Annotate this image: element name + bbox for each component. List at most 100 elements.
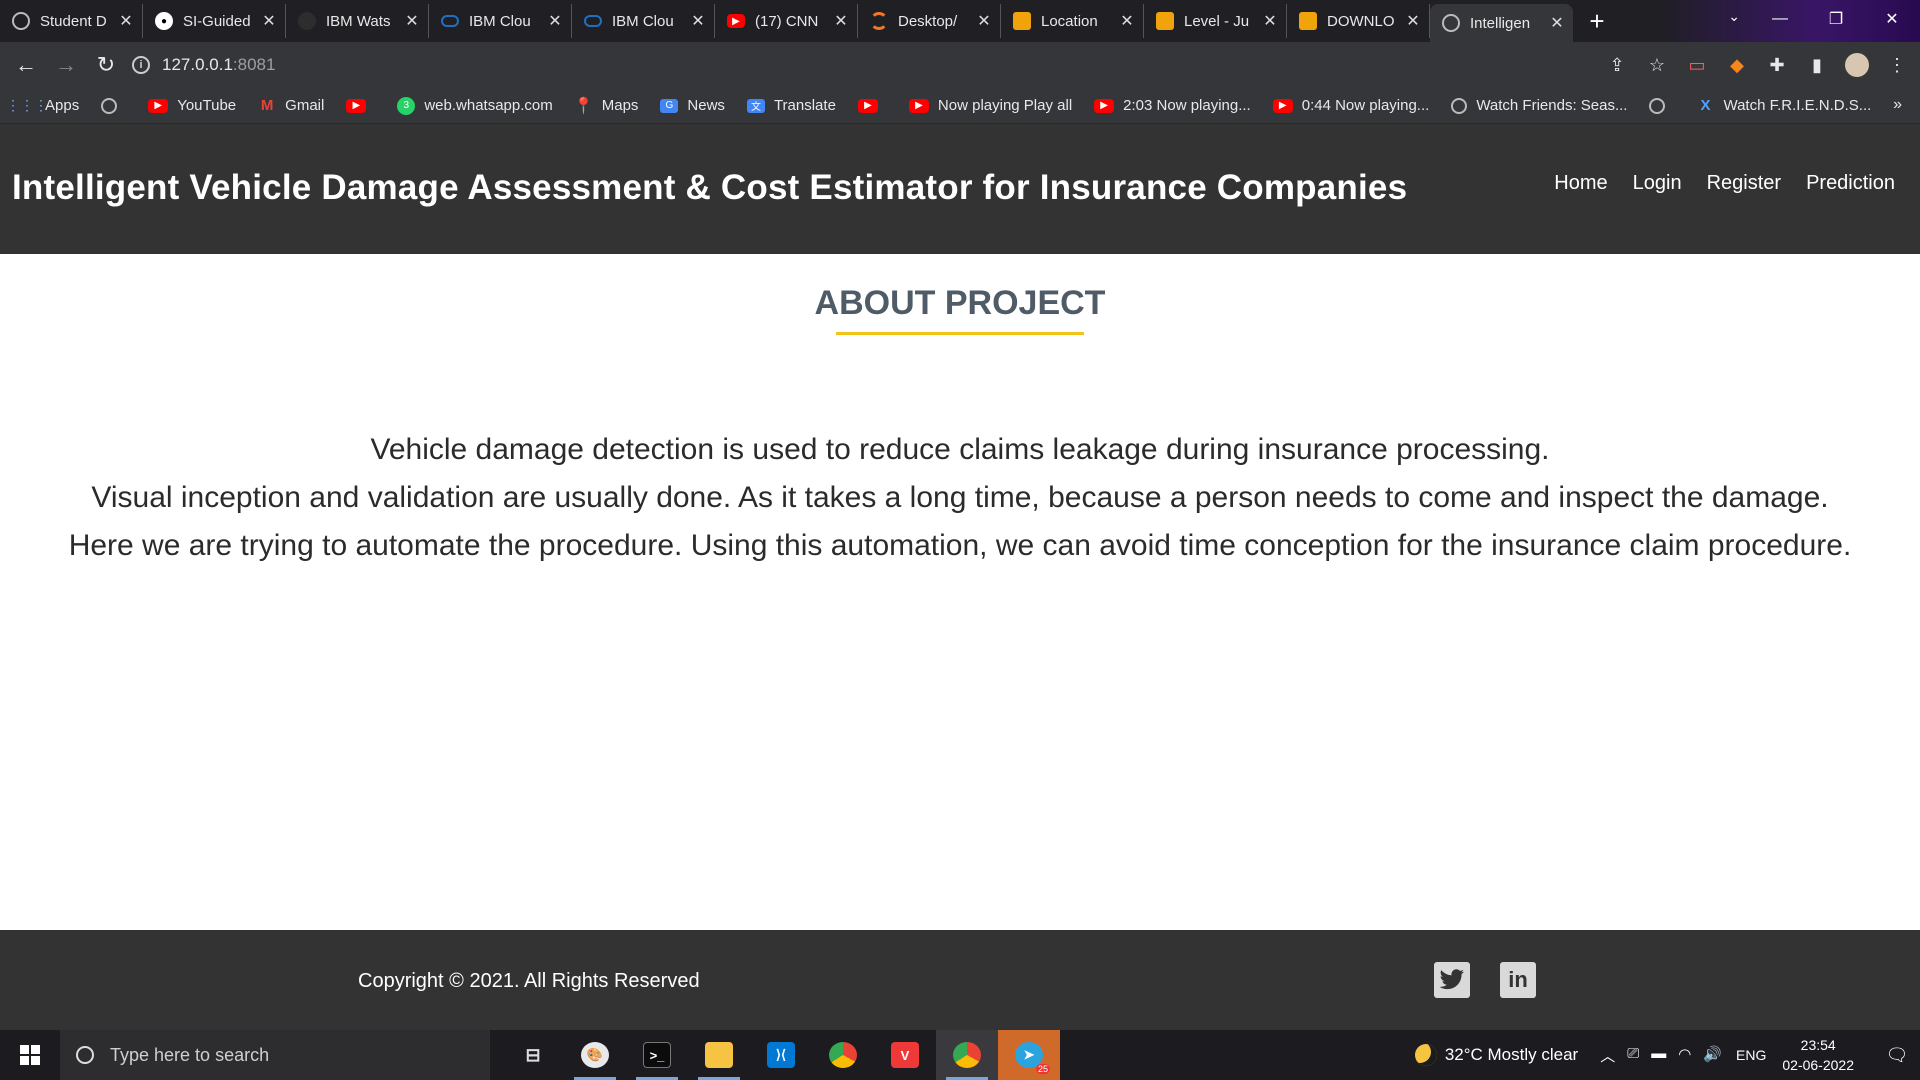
clock-time: 23:54 xyxy=(1800,1037,1836,1053)
social-links: in xyxy=(1434,962,1536,998)
metamask-extension-icon[interactable]: ◆ xyxy=(1724,52,1750,78)
weather-widget[interactable]: 32°C Mostly clear xyxy=(1414,1044,1578,1066)
bookmark-gmail[interactable]: M Gmail xyxy=(258,97,324,114)
bookmark-watch-friends-2[interactable]: X Watch F.R.I.E.N.D.S... xyxy=(1696,97,1871,114)
close-icon[interactable]: ✕ xyxy=(261,11,277,31)
bookmark-apps[interactable]: ⋮⋮⋮ Apps xyxy=(6,97,79,114)
taskbar-app-chrome-profile[interactable] xyxy=(936,1030,998,1080)
taskbar-app-terminal[interactable]: >_ xyxy=(626,1030,688,1080)
bookmark-now-playing[interactable]: ▶ Now playing Play all xyxy=(908,97,1072,114)
nav-login-link[interactable]: Login xyxy=(1633,172,1682,195)
site-info-icon[interactable]: i xyxy=(132,56,150,74)
bookmark-translate[interactable]: 文 Translate xyxy=(746,97,836,114)
windows-logo-icon xyxy=(20,1045,40,1065)
tab-search-chevron-icon[interactable]: ⌄ xyxy=(1728,8,1740,25)
browser-tab[interactable]: IBM Clou ✕ xyxy=(572,4,715,38)
menu-kebab-icon[interactable]: ⋮ xyxy=(1884,52,1910,78)
taskbar-search-box[interactable]: Type here to search xyxy=(60,1030,490,1080)
browser-tab[interactable]: Student D ✕ xyxy=(0,4,143,38)
taskbar-app-vivaldi[interactable]: V xyxy=(874,1030,936,1080)
language-indicator[interactable]: ENG xyxy=(1736,1047,1766,1063)
close-icon[interactable]: ✕ xyxy=(404,11,420,31)
about-paragraph: Here we are trying to automate the proce… xyxy=(68,529,1852,562)
bookmarks-bar: ⋮⋮⋮ Apps ▶ YouTube M Gmail ▶ 3 web.whatsapp.… xyxy=(0,88,1920,124)
close-icon[interactable]: ✕ xyxy=(690,11,706,31)
more-bookmarks-icon[interactable]: » xyxy=(1893,96,1902,114)
browser-tab[interactable]: ▶ (17) CNN ✕ xyxy=(715,4,858,38)
linkedin-icon[interactable]: in xyxy=(1500,962,1536,998)
close-icon[interactable]: ✕ xyxy=(1119,11,1135,31)
globe-icon xyxy=(1442,14,1460,32)
start-button[interactable] xyxy=(0,1030,60,1080)
youtube-icon: ▶ xyxy=(908,98,929,113)
browser-tab[interactable]: DOWNLO ✕ xyxy=(1287,4,1430,38)
youtube-icon: ▶ xyxy=(148,98,169,113)
back-arrow-icon[interactable]: ← xyxy=(6,45,46,85)
bookmark-maps[interactable]: 📍 Maps xyxy=(574,97,639,115)
ibm-watson-icon xyxy=(298,12,316,30)
youtube-icon: ▶ xyxy=(346,98,367,113)
close-icon[interactable]: ✕ xyxy=(976,11,992,31)
device-icon[interactable]: ⎚ xyxy=(1627,1045,1639,1066)
bookmark-globe-2[interactable] xyxy=(1649,97,1674,114)
bookmark-watch-friends[interactable]: Watch Friends: Seas... xyxy=(1451,97,1627,114)
close-icon[interactable]: ✕ xyxy=(1405,11,1421,31)
browser-tab[interactable]: Location ✕ xyxy=(1001,4,1144,38)
show-hidden-icons-chevron-icon[interactable]: ︿ xyxy=(1600,1045,1615,1066)
bookmark-star-icon[interactable]: ☆ xyxy=(1644,52,1670,78)
browser-tab[interactable]: ● SI-Guided ✕ xyxy=(143,4,286,38)
close-icon[interactable]: ✕ xyxy=(1549,13,1565,33)
close-window-button[interactable]: ✕ xyxy=(1864,0,1920,38)
bookmark-news[interactable]: G News xyxy=(660,97,725,114)
clock[interactable]: 23:54 02-06-2022 xyxy=(1782,1035,1854,1075)
close-icon[interactable]: ✕ xyxy=(118,11,134,31)
share-icon[interactable]: ⇪ xyxy=(1604,52,1630,78)
taskbar-app-paint[interactable]: 🎨 xyxy=(564,1030,626,1080)
battery-icon[interactable]: ▬ xyxy=(1651,1045,1666,1066)
address-bar[interactable]: i 127.0.0.1:8081 xyxy=(132,47,1552,83)
bookmark-youtube[interactable]: ▶ YouTube xyxy=(148,97,236,114)
nav-register-link[interactable]: Register xyxy=(1707,172,1781,195)
paint-icon: 🎨 xyxy=(581,1042,609,1068)
browser-tab[interactable]: Level - Ju ✕ xyxy=(1144,4,1287,38)
wifi-icon[interactable]: ◠ xyxy=(1678,1045,1691,1066)
notifications-icon[interactable]: 🗨 xyxy=(1874,1045,1920,1066)
section-title: ABOUT PROJECT xyxy=(814,284,1106,322)
bookmark-youtube-3[interactable]: ▶ xyxy=(857,98,887,113)
globe-icon xyxy=(1451,97,1468,114)
about-text: Vehicle damage detection is used to redu… xyxy=(0,426,1920,570)
task-view-button[interactable]: ⊟ xyxy=(502,1030,564,1080)
taskbar-app-vscode[interactable]: ⟩⟨ xyxy=(750,1030,812,1080)
reload-icon[interactable]: ↻ xyxy=(86,45,126,85)
taskbar-app-chrome[interactable] xyxy=(812,1030,874,1080)
bookmark-youtube-2[interactable]: ▶ xyxy=(346,98,375,113)
bookmark-globe[interactable] xyxy=(101,97,126,114)
browser-tab[interactable]: IBM Wats ✕ xyxy=(286,4,429,38)
chrome-profile-icon xyxy=(953,1042,981,1068)
close-icon[interactable]: ✕ xyxy=(1262,11,1278,31)
cast-icon[interactable]: ▭ xyxy=(1684,52,1710,78)
nav-prediction-link[interactable]: Prediction xyxy=(1806,172,1895,195)
bookmark-whatsapp[interactable]: 3 web.whatsapp.com xyxy=(397,96,553,115)
taskbar-app-telegram[interactable]: ➤ 25 xyxy=(998,1030,1060,1080)
taskbar-app-file-explorer[interactable] xyxy=(688,1030,750,1080)
bookmark-now-playing-3[interactable]: ▶ 0:44 Now playing... xyxy=(1272,97,1429,114)
taskbar-apps: ⊟ 🎨 >_ ⟩⟨ V ➤ 25 xyxy=(502,1030,1060,1080)
new-tab-button[interactable]: + xyxy=(1579,4,1615,38)
bookmark-now-playing-2[interactable]: ▶ 2:03 Now playing... xyxy=(1094,97,1251,114)
site-title: Intelligent Vehicle Damage Assessment & … xyxy=(12,168,1408,207)
close-icon[interactable]: ✕ xyxy=(547,11,563,31)
side-panel-icon[interactable]: ▮ xyxy=(1804,52,1830,78)
volume-icon[interactable]: 🔊 xyxy=(1703,1045,1722,1066)
nav-home-link[interactable]: Home xyxy=(1554,172,1607,195)
twitter-icon[interactable] xyxy=(1434,962,1470,998)
extensions-puzzle-icon[interactable]: ✚ xyxy=(1764,52,1790,78)
browser-tab[interactable]: IBM Clou ✕ xyxy=(429,4,572,38)
profile-avatar-icon[interactable] xyxy=(1844,52,1870,78)
restore-button[interactable]: ❐ xyxy=(1808,0,1864,38)
browser-tab-active[interactable]: Intelligen ✕ xyxy=(1430,4,1573,42)
browser-tab[interactable]: Desktop/✕ xyxy=(858,4,1001,38)
minimize-button[interactable]: — xyxy=(1752,0,1808,38)
forward-arrow-icon[interactable]: → xyxy=(46,45,86,85)
close-icon[interactable]: ✕ xyxy=(833,11,849,31)
